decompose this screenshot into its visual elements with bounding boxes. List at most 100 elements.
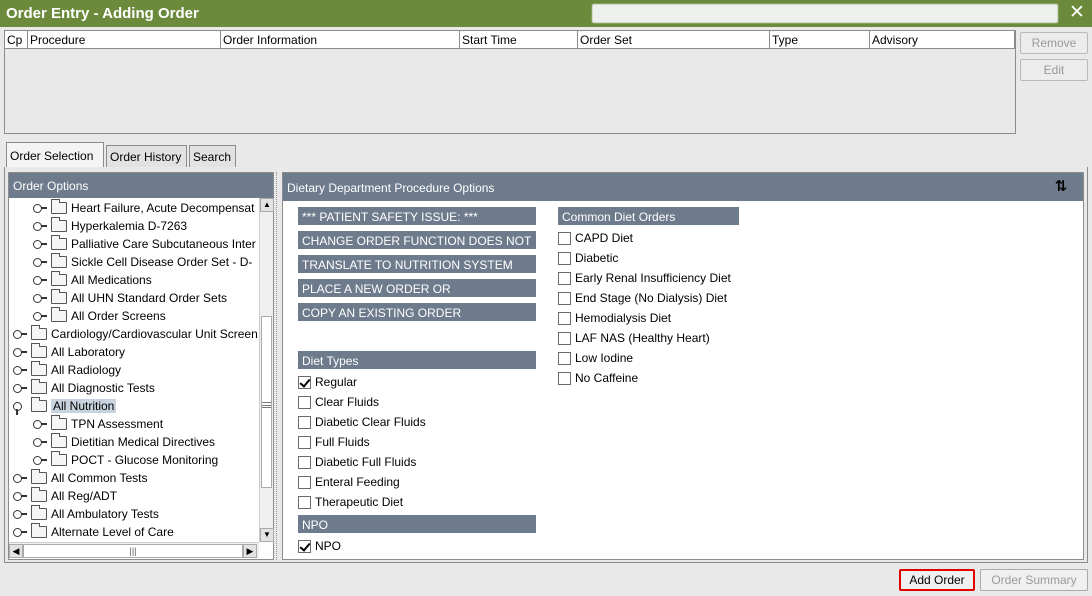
- orders-table[interactable]: Cp Procedure Order Information Start Tim…: [4, 30, 1016, 134]
- tab-order-selection[interactable]: Order Selection: [6, 142, 104, 167]
- tree-item[interactable]: Palliative Care Subcutaneous Inter: [33, 235, 256, 253]
- folder-icon: [31, 523, 47, 538]
- checkbox-checked-icon[interactable]: [298, 375, 311, 389]
- column-header-cp[interactable]: Cp: [5, 31, 28, 49]
- tree-item[interactable]: All Ambulatory Tests: [13, 505, 159, 523]
- column-header-start-time[interactable]: Start Time: [460, 31, 578, 49]
- checkbox-diabetic-full-fluids[interactable]: Diabetic Full Fluids: [298, 453, 416, 471]
- checkbox-diabetic-clear-fluids[interactable]: Diabetic Clear Fluids: [298, 413, 426, 431]
- checkbox-no-caffeine[interactable]: No Caffeine: [558, 369, 638, 387]
- tree-vertical-scrollbar[interactable]: ▲ ▼: [259, 198, 274, 542]
- checkbox-diabetic[interactable]: Diabetic: [558, 249, 618, 267]
- expand-key-icon[interactable]: [13, 509, 27, 519]
- tree-item[interactable]: TPN Assessment: [33, 415, 163, 433]
- checkbox-icon[interactable]: [298, 495, 311, 509]
- expand-key-icon[interactable]: [33, 293, 47, 303]
- scroll-left-icon[interactable]: ◀: [9, 544, 23, 558]
- tree-item[interactable]: All Radiology: [13, 361, 121, 379]
- expand-key-icon[interactable]: [33, 239, 47, 249]
- checkbox-checked-icon[interactable]: [298, 539, 311, 553]
- checkbox-icon[interactable]: [298, 415, 311, 429]
- column-header-type[interactable]: Type: [770, 31, 870, 49]
- expand-key-icon[interactable]: [13, 347, 27, 357]
- column-header-order-set[interactable]: Order Set: [578, 31, 770, 49]
- checkbox-icon[interactable]: [558, 251, 571, 265]
- tree-item[interactable]: Cardiology/Cardiovascular Unit Screen: [13, 325, 258, 343]
- checkbox-icon[interactable]: [298, 455, 311, 469]
- collapse-key-icon[interactable]: [13, 401, 27, 415]
- window-title: Order Entry - Adding Order: [6, 5, 199, 22]
- checkbox-icon[interactable]: [558, 271, 571, 285]
- expand-key-icon[interactable]: [33, 257, 47, 267]
- checkbox-icon[interactable]: [298, 435, 311, 449]
- checkbox-regular[interactable]: Regular: [298, 373, 357, 391]
- expand-key-icon[interactable]: [33, 437, 47, 447]
- tree-item[interactable]: Dietitian Medical Directives: [33, 433, 215, 451]
- checkbox-icon[interactable]: [558, 291, 571, 305]
- checkbox-laf-nas[interactable]: LAF NAS (Healthy Heart): [558, 329, 710, 347]
- expand-key-icon[interactable]: [13, 527, 27, 537]
- expand-key-icon[interactable]: [33, 419, 47, 429]
- remove-button[interactable]: Remove: [1020, 32, 1088, 54]
- checkbox-icon[interactable]: [298, 395, 311, 409]
- checkbox-icon[interactable]: [558, 331, 571, 345]
- tree-item[interactable]: All UHN Standard Order Sets: [33, 289, 227, 307]
- expand-key-icon[interactable]: [33, 311, 47, 321]
- expand-key-icon[interactable]: [13, 365, 27, 375]
- scroll-down-icon[interactable]: ▼: [260, 528, 274, 542]
- checkbox-hemodialysis[interactable]: Hemodialysis Diet: [558, 309, 671, 327]
- expand-key-icon[interactable]: [13, 329, 27, 339]
- edit-button[interactable]: Edit: [1020, 59, 1088, 81]
- tree-item-all-nutrition[interactable]: All Nutrition: [13, 397, 117, 415]
- scroll-up-icon[interactable]: ▲: [260, 198, 274, 212]
- order-options-tree[interactable]: Heart Failure, Acute Decompensat Hyperka…: [9, 198, 259, 542]
- column-header-order-information[interactable]: Order Information: [221, 31, 460, 49]
- tree-item[interactable]: All Order Screens: [33, 307, 166, 325]
- expand-key-icon[interactable]: [13, 491, 27, 501]
- column-header-advisory[interactable]: Advisory: [870, 31, 1015, 49]
- tree-item[interactable]: All Common Tests: [13, 469, 147, 487]
- order-summary-button[interactable]: Order Summary: [980, 569, 1088, 591]
- expand-key-icon[interactable]: [13, 473, 27, 483]
- expand-key-icon[interactable]: [13, 383, 27, 393]
- checkbox-npo[interactable]: NPO: [298, 537, 341, 555]
- tree-item[interactable]: All Laboratory: [13, 343, 125, 361]
- tree-item[interactable]: Hyperkalemia D-7263: [33, 217, 187, 235]
- expand-key-icon[interactable]: [33, 455, 47, 465]
- notice-line: TRANSLATE TO NUTRITION SYSTEM: [298, 255, 536, 273]
- tree-item[interactable]: Alternate Level of Care: [13, 523, 174, 541]
- tab-search[interactable]: Search: [189, 145, 236, 167]
- checkbox-icon[interactable]: [558, 371, 571, 385]
- tab-order-history[interactable]: Order History: [106, 145, 187, 167]
- checkbox-therapeutic-diet[interactable]: Therapeutic Diet: [298, 493, 403, 511]
- checkbox-end-stage[interactable]: End Stage (No Dialysis) Diet: [558, 289, 727, 307]
- expand-key-icon[interactable]: [33, 203, 47, 213]
- folder-icon: [51, 289, 67, 304]
- expand-key-icon[interactable]: [33, 275, 47, 285]
- checkbox-icon[interactable]: [558, 351, 571, 365]
- add-order-button[interactable]: Add Order: [899, 569, 975, 591]
- tree-item[interactable]: Sickle Cell Disease Order Set - D-: [33, 253, 252, 271]
- scroll-thumb-horizontal[interactable]: |||: [23, 544, 243, 558]
- checkbox-early-renal[interactable]: Early Renal Insufficiency Diet: [558, 269, 731, 287]
- checkbox-icon[interactable]: [298, 475, 311, 489]
- expand-key-icon[interactable]: [33, 221, 47, 231]
- tree-item[interactable]: All Reg/ADT: [13, 487, 117, 505]
- tree-item[interactable]: Heart Failure, Acute Decompensat: [33, 199, 254, 217]
- checkbox-low-iodine[interactable]: Low Iodine: [558, 349, 633, 367]
- checkbox-icon[interactable]: [558, 311, 571, 325]
- tree-horizontal-scrollbar[interactable]: ◀ ||| ▶: [9, 542, 259, 558]
- refresh-icon[interactable]: ⇅: [1053, 179, 1069, 195]
- checkbox-capd-diet[interactable]: CAPD Diet: [558, 229, 633, 247]
- close-icon[interactable]: ✕: [1066, 2, 1088, 24]
- checkbox-icon[interactable]: [558, 231, 571, 245]
- tree-item[interactable]: All Diagnostic Tests: [13, 379, 155, 397]
- panel-splitter[interactable]: [276, 172, 279, 560]
- tree-item[interactable]: All Medications: [33, 271, 152, 289]
- tree-item[interactable]: POCT - Glucose Monitoring: [33, 451, 218, 469]
- column-header-procedure[interactable]: Procedure: [28, 31, 221, 49]
- checkbox-full-fluids[interactable]: Full Fluids: [298, 433, 370, 451]
- scroll-right-icon[interactable]: ▶: [243, 544, 257, 558]
- checkbox-enteral-feeding[interactable]: Enteral Feeding: [298, 473, 400, 491]
- checkbox-clear-fluids[interactable]: Clear Fluids: [298, 393, 379, 411]
